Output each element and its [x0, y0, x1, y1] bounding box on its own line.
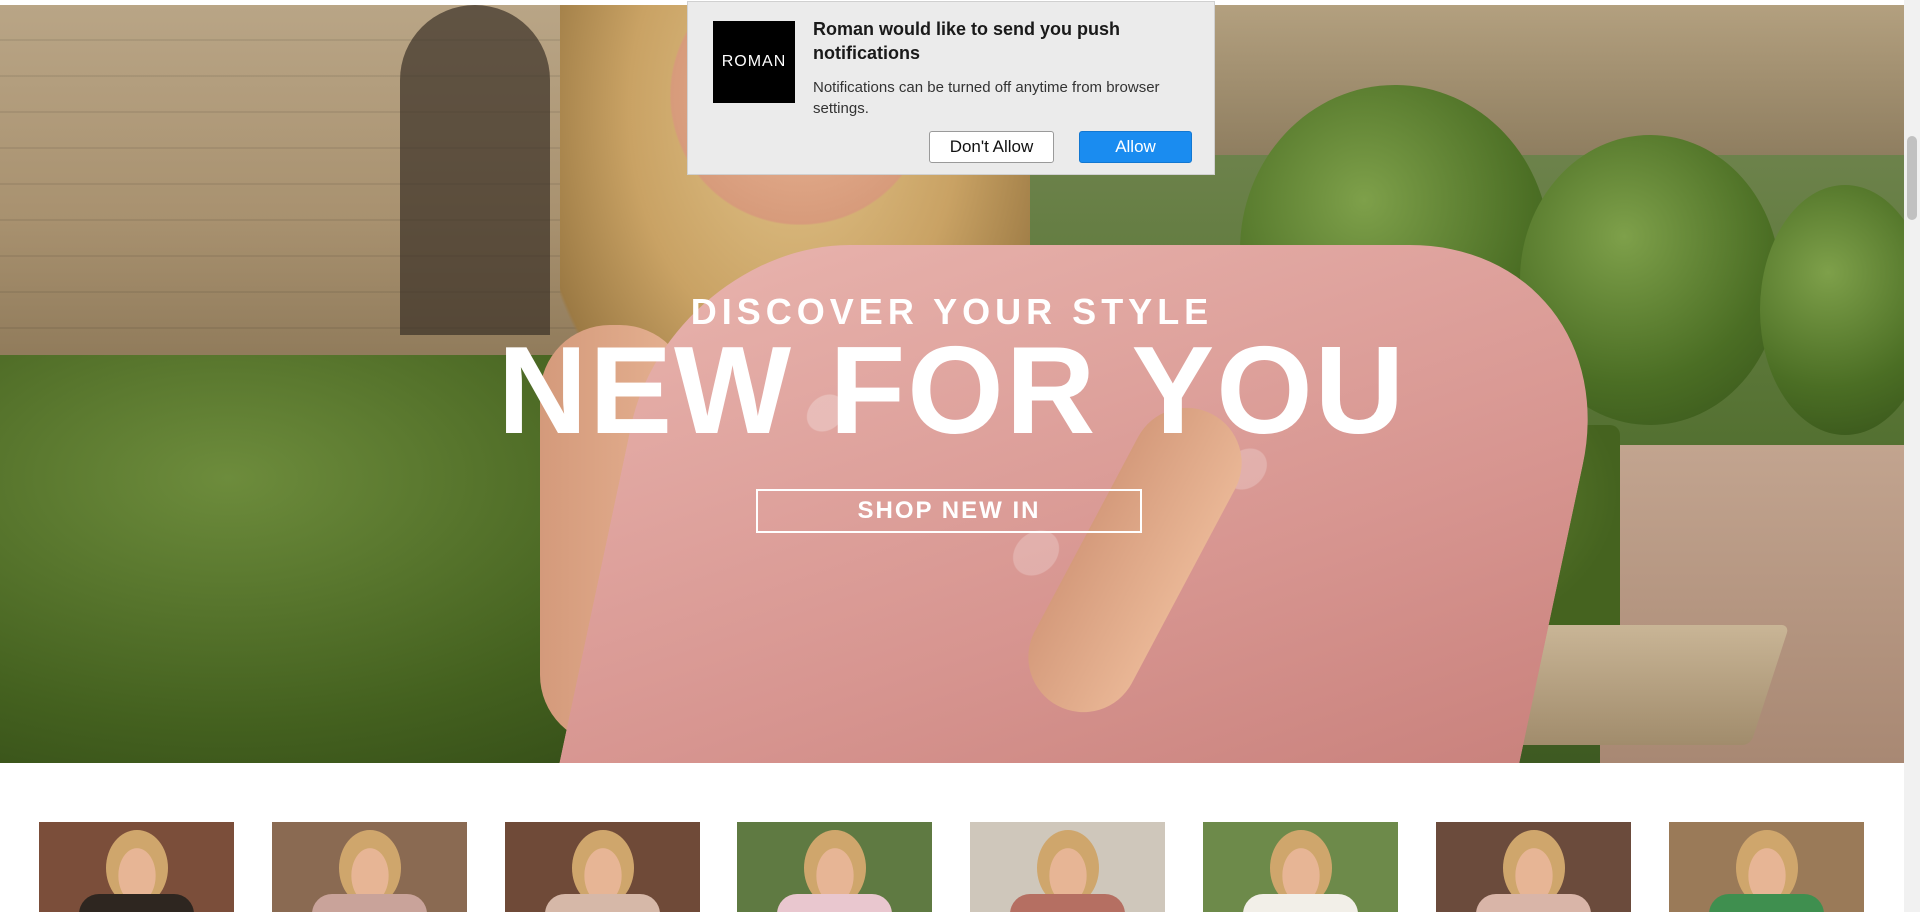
product-strip: [0, 822, 1904, 912]
product-thumb-2[interactable]: [272, 822, 467, 912]
product-garment: [312, 894, 427, 912]
notification-message: Notifications can be turned off anytime …: [813, 79, 1160, 117]
product-garment: [545, 894, 660, 912]
product-thumb-3[interactable]: [505, 822, 700, 912]
allow-button[interactable]: Allow: [1079, 131, 1192, 163]
product-garment: [1243, 894, 1358, 912]
hero-headline: NEW FOR YOU: [497, 322, 1407, 460]
product-thumb-4[interactable]: [737, 822, 932, 912]
product-thumb-1[interactable]: [39, 822, 234, 912]
dont-allow-button[interactable]: Don't Allow: [929, 131, 1054, 163]
push-notification-prompt: ROMAN Roman would like to send you push …: [687, 1, 1215, 175]
roman-logo: ROMAN: [713, 21, 795, 103]
shop-new-in-button[interactable]: SHOP NEW IN: [756, 489, 1142, 533]
product-garment: [1709, 894, 1824, 912]
vertical-scrollbar[interactable]: [1904, 0, 1920, 912]
product-garment: [777, 894, 892, 912]
product-garment: [1476, 894, 1591, 912]
notification-title: Roman would like to send you push notifi…: [813, 19, 1121, 63]
product-thumb-5[interactable]: [970, 822, 1165, 912]
product-thumb-6[interactable]: [1203, 822, 1398, 912]
product-garment: [79, 894, 194, 912]
product-garment: [1010, 894, 1125, 912]
product-thumb-8[interactable]: [1669, 822, 1864, 912]
scrollbar-thumb[interactable]: [1907, 136, 1917, 220]
product-thumb-7[interactable]: [1436, 822, 1631, 912]
